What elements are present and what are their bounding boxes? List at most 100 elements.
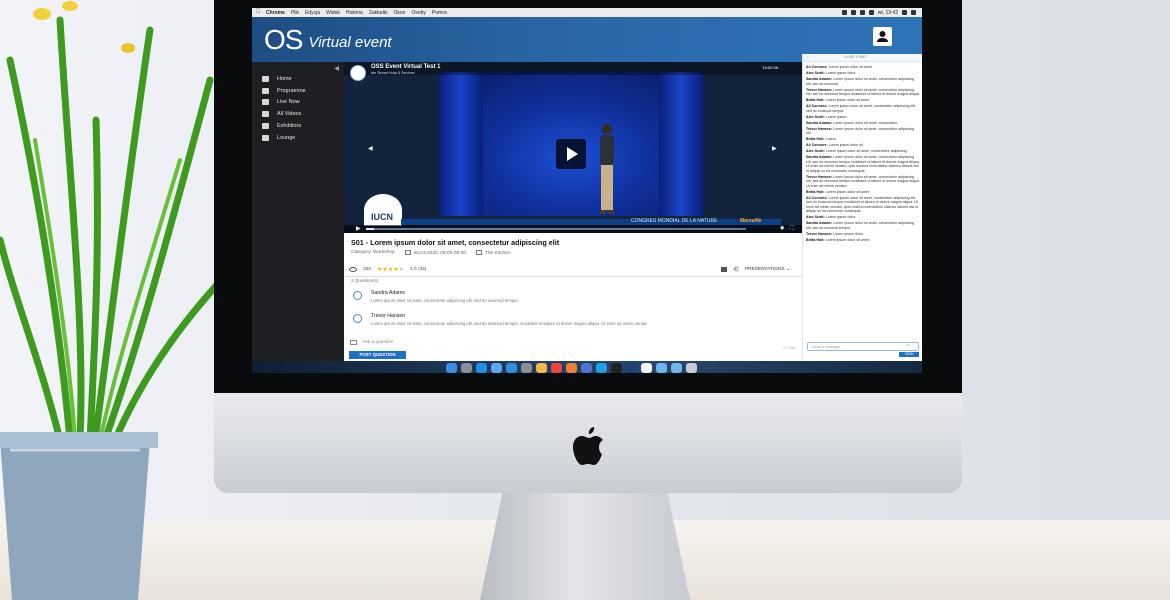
video-progress-bar[interactable] bbox=[366, 228, 746, 230]
sidebar-item-home[interactable]: Home bbox=[262, 74, 292, 84]
notes-icon[interactable] bbox=[641, 362, 652, 373]
session-date: 25.03.2020, 08:00-09:00 bbox=[404, 250, 466, 256]
terminal-icon[interactable] bbox=[611, 362, 622, 373]
chat-message: Ali Connors: Lorem ipsum dolor sit. bbox=[806, 143, 920, 148]
chat-message: Sandra Adams: Lorem ipsum dolor sit amet… bbox=[806, 155, 920, 173]
sidebar-collapse-icon[interactable]: ◀ bbox=[334, 65, 339, 72]
wifi-icon[interactable] bbox=[850, 10, 856, 15]
post-question-button[interactable]: POST QUESTION bbox=[349, 351, 406, 359]
menubar-clock[interactable]: wt. 13:42 bbox=[878, 10, 898, 16]
chat-message-author: Sandra Adams: bbox=[806, 120, 834, 125]
volume-icon[interactable]: ◉ bbox=[780, 225, 784, 231]
chat-char-count: 0/2 bbox=[905, 343, 910, 347]
question-author: Trevor Hansen bbox=[371, 313, 406, 319]
sidebar-item-live-now[interactable]: Live Now bbox=[262, 97, 300, 107]
question-char-count: 0 / 300 bbox=[783, 346, 795, 350]
menu-bookmarks[interactable]: Zakładki bbox=[369, 10, 388, 16]
star-icon[interactable]: ★ bbox=[399, 267, 404, 273]
preferences-icon[interactable] bbox=[521, 362, 532, 373]
rating-stars[interactable]: ★★★★★ bbox=[377, 266, 404, 273]
mail-icon[interactable] bbox=[491, 362, 502, 373]
chat-header: › LIVE CHAT bbox=[803, 54, 922, 62]
play-button[interactable] bbox=[556, 139, 586, 169]
photoshop-icon[interactable] bbox=[626, 362, 637, 373]
play-icon[interactable]: ▶ bbox=[356, 225, 361, 232]
trash-icon[interactable] bbox=[686, 362, 697, 373]
apple-menu-icon[interactable]:  bbox=[256, 9, 261, 15]
chat-message-author: Britta Holt: bbox=[806, 189, 826, 194]
chat-collapse-icon[interactable]: › bbox=[807, 54, 809, 60]
folder-icon[interactable] bbox=[656, 362, 667, 373]
sidebar-item-label: Exhibitors bbox=[277, 123, 302, 129]
video-player[interactable]: OSS Event Virtual Test 1 live Stream Not… bbox=[344, 62, 802, 233]
chat-message: Alex Scott: Lorem ipsum dolor. bbox=[806, 71, 920, 76]
chat-icon[interactable] bbox=[720, 266, 727, 272]
video-event-title: OSS Event Virtual Test 1 bbox=[371, 64, 441, 70]
menu-help[interactable]: Pomoc bbox=[432, 10, 448, 16]
chat-message: Britta Holt: Lorem ipsum dolor sit amet. bbox=[806, 190, 920, 195]
screen:  Chrome Plik Edycja Widok Historia Zakł… bbox=[252, 8, 922, 373]
folder-icon[interactable] bbox=[671, 362, 682, 373]
sidebar: ◀ Home Programme Live Now All Videos Exh… bbox=[252, 62, 344, 361]
search-icon[interactable] bbox=[902, 10, 907, 15]
session-category: Category: Workshop bbox=[351, 250, 395, 256]
session-stats: 256 ★★★★★ 4.0 (35) ⋲ PRESENTATIONS ⌄ bbox=[349, 264, 797, 274]
finder-icon[interactable] bbox=[446, 362, 457, 373]
menu-view[interactable]: Widok bbox=[326, 10, 340, 16]
main-content: OSS Event Virtual Test 1 live Stream Not… bbox=[344, 62, 802, 361]
photos-icon[interactable] bbox=[536, 362, 547, 373]
ask-question-field[interactable]: Ask a question 0 / 300 bbox=[350, 338, 795, 350]
question-item: Sandra Adams Lorem ipsum dolor sit amet,… bbox=[350, 288, 795, 311]
chat-message-text: Lorem ipsum dolor sit amet. bbox=[825, 189, 870, 194]
sidebar-item-lounge[interactable]: Lounge bbox=[262, 133, 295, 143]
chat-message: Sandra Adams: Lorem ipsum dolor sit amet… bbox=[806, 221, 920, 230]
macos-dock-area bbox=[252, 361, 922, 373]
fullscreen-icon[interactable]: ⛶ bbox=[790, 225, 794, 231]
chat-message: Ali Connors: Lorem ipsum dolor sit amet,… bbox=[806, 104, 920, 113]
chat-messages: Ali Connors: Lorem ipsum dolor sit amet A… bbox=[806, 65, 920, 244]
firefox-icon[interactable] bbox=[566, 362, 577, 373]
video-progress-fill bbox=[366, 228, 374, 230]
menu-file[interactable]: Plik bbox=[291, 10, 299, 16]
divider bbox=[344, 276, 802, 277]
launchpad-icon[interactable] bbox=[461, 362, 472, 373]
menu-window[interactable]: Okno bbox=[393, 10, 405, 16]
sidebar-item-all-videos[interactable]: All Videos bbox=[262, 109, 301, 119]
menu-app-chrome[interactable]: Chrome bbox=[266, 10, 285, 16]
chat-message-text: Lorem ipsum dolor sit amet. bbox=[825, 98, 870, 102]
video-event-subtitle: live Stream Nota & Services bbox=[371, 71, 415, 75]
next-arrow-icon[interactable]: ▶ bbox=[772, 145, 777, 152]
app-logo[interactable]: OS bbox=[264, 24, 303, 56]
menu-edit[interactable]: Edycja bbox=[305, 10, 320, 16]
send-button[interactable]: SEND bbox=[899, 352, 919, 357]
share-icon[interactable]: ⋲ bbox=[733, 266, 739, 273]
chat-message-author: Sandra Adams: bbox=[806, 221, 834, 225]
sidebar-item-programme[interactable]: Programme bbox=[262, 86, 306, 96]
sidebar-item-exhibitors[interactable]: Exhibitors bbox=[262, 121, 301, 131]
user-icon[interactable] bbox=[873, 27, 892, 46]
bluetooth-icon[interactable] bbox=[859, 10, 865, 15]
menu-people[interactable]: Osoby bbox=[411, 10, 425, 16]
curtain-left bbox=[439, 72, 483, 216]
appstore-icon[interactable] bbox=[506, 362, 517, 373]
dropbox-icon[interactable] bbox=[841, 10, 847, 15]
battery-icon[interactable] bbox=[868, 10, 874, 15]
safari-icon[interactable] bbox=[476, 362, 487, 373]
chat-message-text: Lorem ipsum. bbox=[825, 114, 848, 119]
menu-list-icon[interactable] bbox=[911, 10, 916, 15]
prev-arrow-icon[interactable]: ◀ bbox=[368, 145, 373, 152]
app-icon[interactable] bbox=[581, 362, 592, 373]
app-title: Virtual event bbox=[308, 34, 392, 51]
presentations-dropdown[interactable]: PRESENTATIONS ⌄ bbox=[745, 267, 790, 272]
chat-message: Ali Connors: Lorem ipsum dolor sit amet bbox=[806, 65, 920, 70]
chrome-icon[interactable] bbox=[551, 362, 562, 373]
calendar-icon bbox=[262, 88, 269, 94]
chat-message-input[interactable]: Send a message bbox=[807, 342, 919, 351]
rating-text: 4.0 (35) bbox=[409, 266, 427, 272]
chat-message: Sandra Adams: Lorem ipsum dolor sit amet… bbox=[806, 121, 920, 126]
menu-history[interactable]: Historia bbox=[346, 10, 363, 16]
chat-message-author: Alex Scott: bbox=[806, 71, 826, 75]
skype-icon[interactable] bbox=[596, 362, 607, 373]
chat-message: Britta Holt: Lorem ipsum dolor sit amet. bbox=[806, 98, 920, 103]
chat-message-author: Trevor Hansen: bbox=[806, 231, 834, 236]
